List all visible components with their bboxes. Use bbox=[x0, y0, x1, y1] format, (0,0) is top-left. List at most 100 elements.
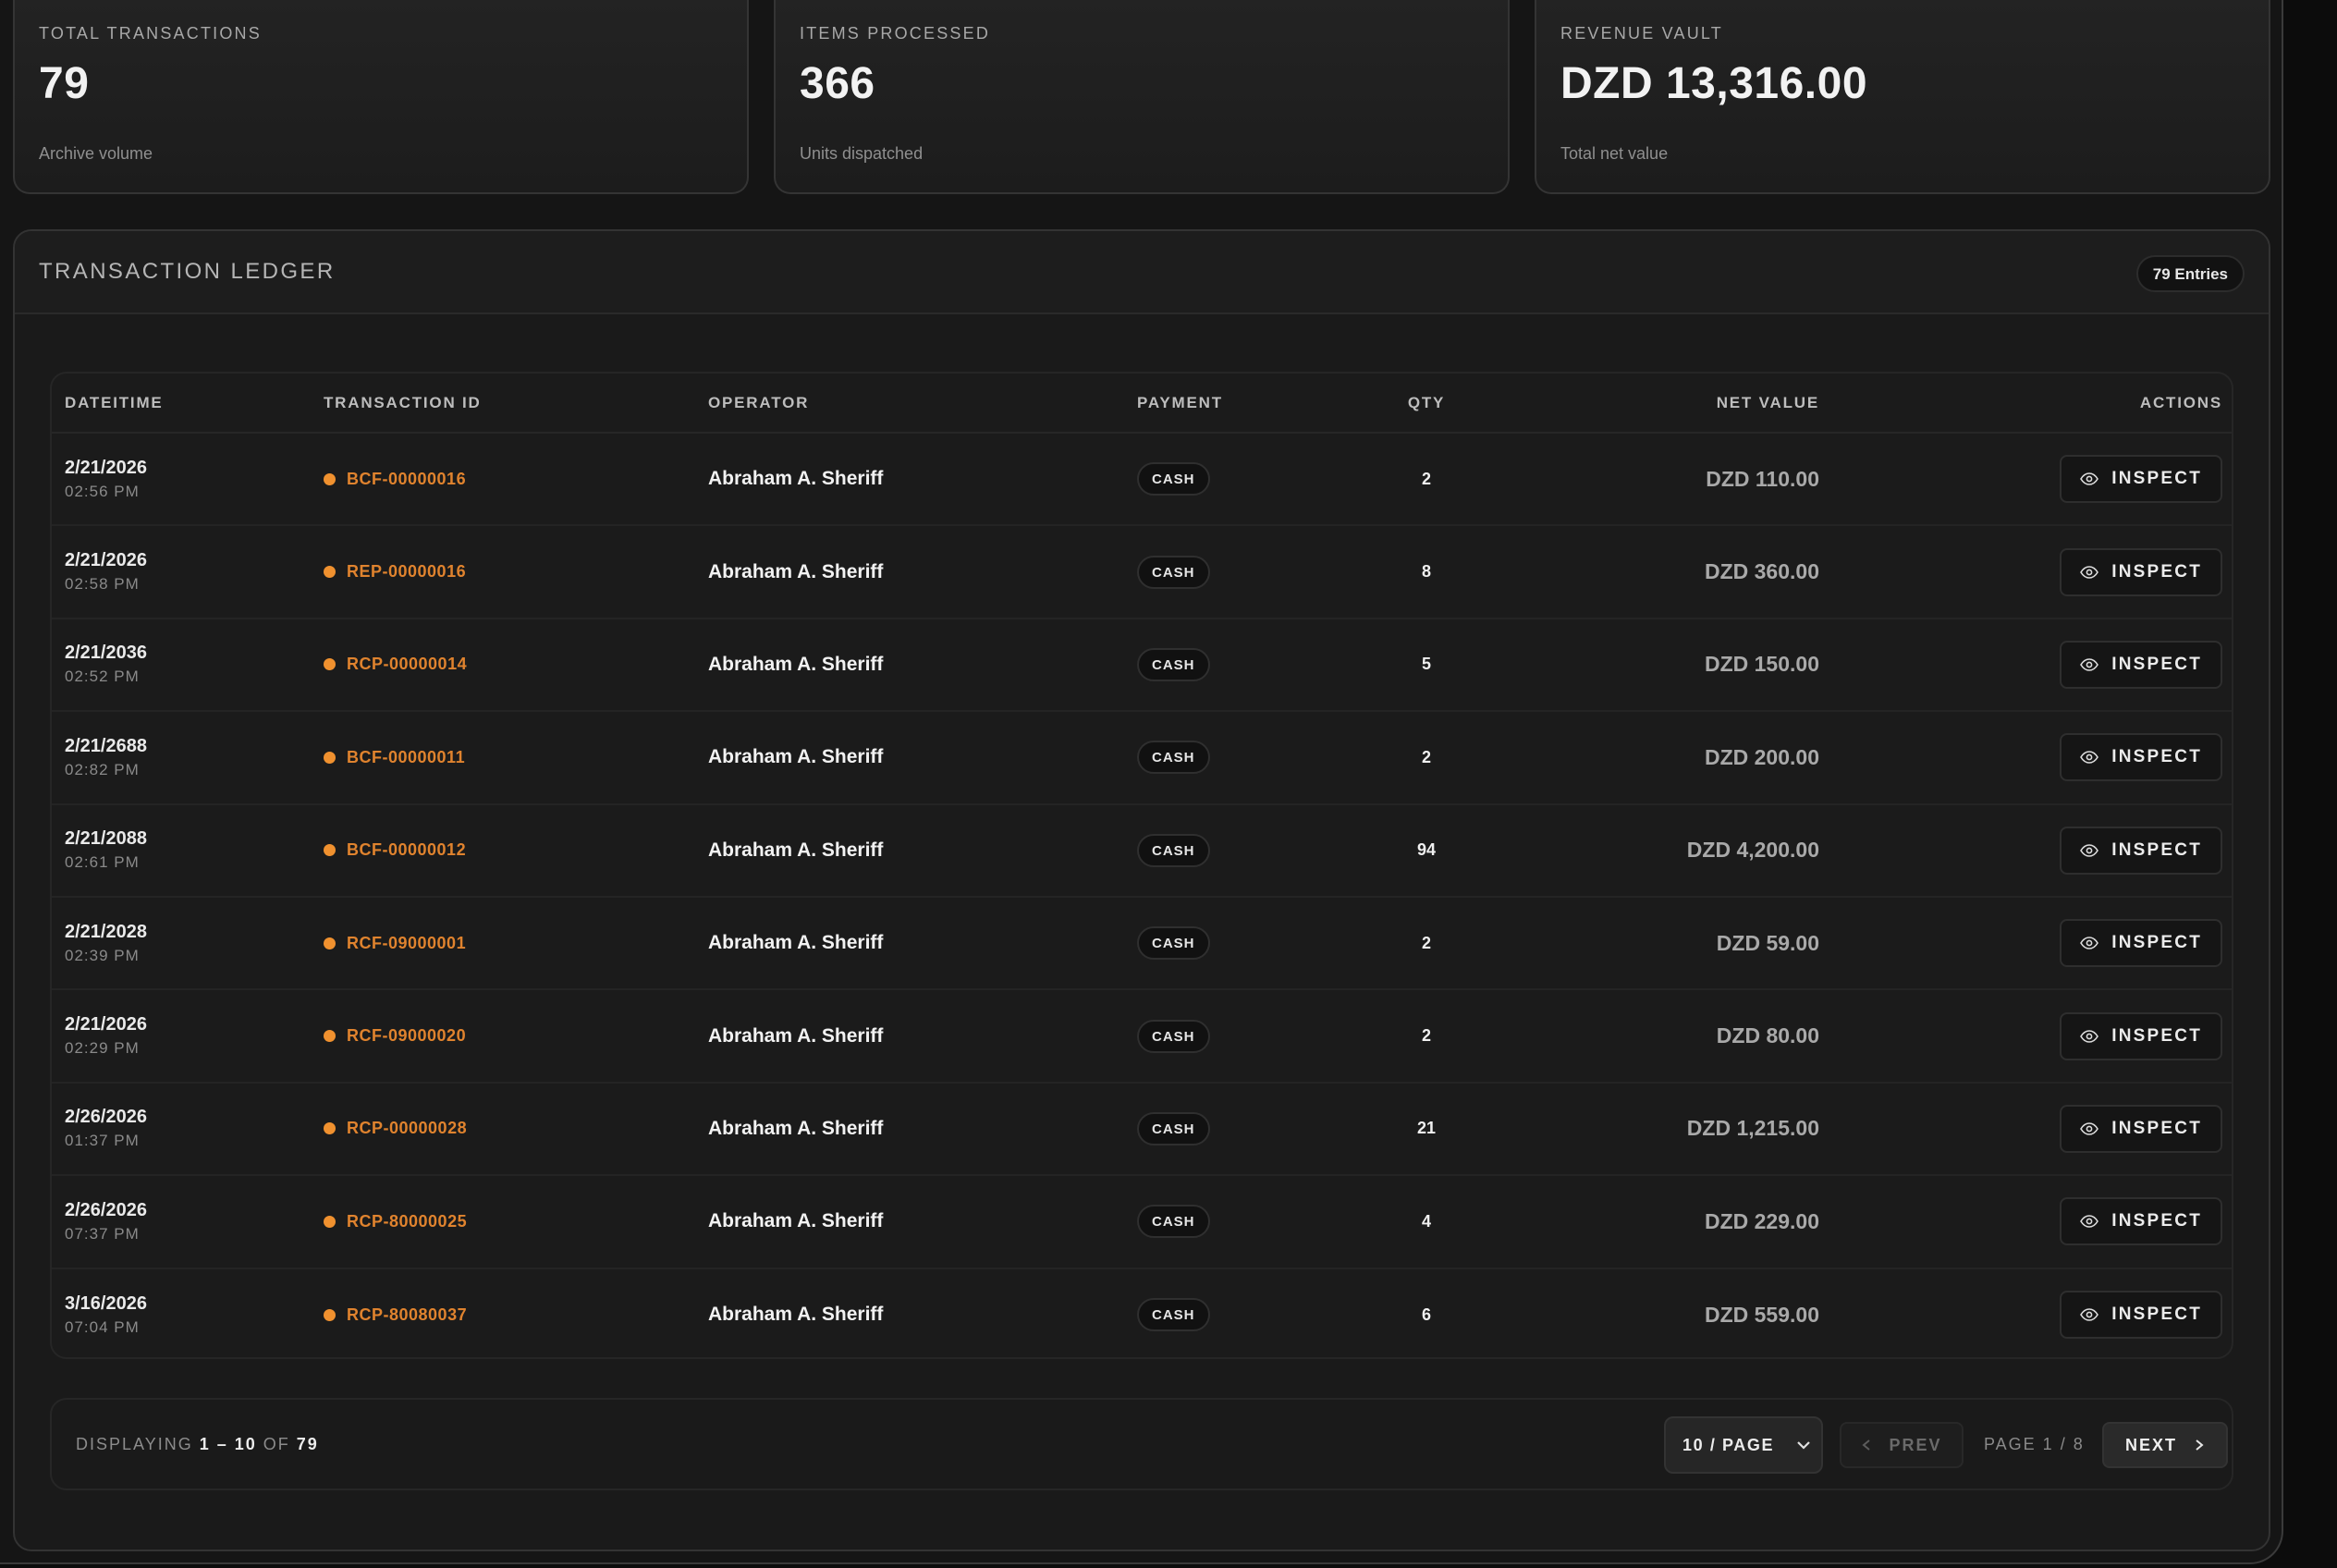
row-transaction-id[interactable]: RCP-00000014 bbox=[347, 655, 467, 674]
prev-page-button[interactable]: PREV bbox=[1840, 1422, 1964, 1468]
row-operator: Abraham A. Sheriff bbox=[708, 839, 884, 861]
cell-payment: CASH bbox=[1124, 433, 1357, 525]
prev-label: PREV bbox=[1889, 1435, 1942, 1454]
row-qty: 6 bbox=[1421, 1305, 1431, 1324]
table-row: 2/21/2036 02:52 PM RCP-00000014 Abraham A. … bbox=[52, 619, 2232, 712]
per-page-select[interactable]: 10 / PAGE bbox=[1664, 1416, 1823, 1474]
stat-value: 79 bbox=[39, 59, 90, 108]
inspect-label: INSPECT bbox=[2111, 933, 2202, 953]
eye-icon bbox=[2080, 1122, 2099, 1135]
inspect-button[interactable]: INSPECT bbox=[2060, 1197, 2222, 1246]
row-transaction-id[interactable]: REP-00000016 bbox=[347, 562, 466, 582]
column-header-datetime[interactable]: DATEITIME bbox=[52, 374, 311, 434]
cell-actions: INSPECT bbox=[1819, 1268, 2232, 1357]
stat-card-items-processed: ITEMS PROCESSED 366 Units dispatched bbox=[774, 0, 1510, 194]
inspect-button[interactable]: INSPECT bbox=[2060, 1104, 2222, 1153]
cell-actions: INSPECT bbox=[1819, 1175, 2232, 1268]
row-net-value: DZD 80.00 bbox=[1716, 1023, 1819, 1048]
row-qty: 5 bbox=[1421, 655, 1431, 674]
table-row: 3/16/2026 07:04 PM RCP-80080037 Abraham A. … bbox=[52, 1268, 2232, 1357]
inspect-button[interactable]: INSPECT bbox=[2060, 826, 2222, 875]
row-transaction-id[interactable]: RCP-80080037 bbox=[347, 1305, 467, 1325]
inspect-button[interactable]: INSPECT bbox=[2060, 733, 2222, 782]
cell-transaction-id: REP-00000016 bbox=[311, 525, 695, 618]
row-operator: Abraham A. Sheriff bbox=[708, 746, 884, 768]
inspect-label: INSPECT bbox=[2111, 839, 2202, 860]
row-net-value: DZD 1,215.00 bbox=[1686, 1116, 1819, 1141]
cell-payment: CASH bbox=[1124, 711, 1357, 803]
cell-datetime: 2/21/2036 02:52 PM bbox=[52, 619, 311, 711]
payment-badge: CASH bbox=[1137, 833, 1210, 867]
payment-badge: CASH bbox=[1137, 555, 1210, 589]
cell-payment: CASH bbox=[1124, 525, 1357, 618]
row-qty: 2 bbox=[1421, 747, 1431, 766]
transaction-ledger-panel: TRANSACTION LEDGER 79 Entries DATEITIME … bbox=[13, 229, 2270, 1551]
cell-transaction-id: RCP-00000028 bbox=[311, 1083, 695, 1175]
inspect-button[interactable]: INSPECT bbox=[2060, 1011, 2222, 1060]
eye-icon bbox=[2080, 1029, 2099, 1043]
chevron-right-icon bbox=[2196, 1439, 2204, 1451]
stat-value: DZD 13,316.00 bbox=[1560, 59, 1868, 108]
row-operator: Abraham A. Sheriff bbox=[708, 932, 884, 954]
row-date: 3/16/2026 bbox=[65, 1292, 147, 1314]
column-header-operator[interactable]: OPERATOR bbox=[695, 374, 1124, 434]
cell-datetime: 2/21/2026 02:58 PM bbox=[52, 525, 311, 618]
inspect-button[interactable]: INSPECT bbox=[2060, 455, 2222, 504]
cell-datetime: 2/21/2088 02:61 PM bbox=[52, 804, 311, 897]
column-header-payment[interactable]: PAYMENT bbox=[1124, 374, 1357, 434]
inspect-button[interactable]: INSPECT bbox=[2060, 640, 2222, 689]
column-header-transaction-id[interactable]: TRANSACTION ID bbox=[311, 374, 695, 434]
cell-payment: CASH bbox=[1124, 989, 1357, 1082]
row-transaction-id[interactable]: BCF-00000012 bbox=[347, 840, 466, 860]
cell-datetime: 2/21/2026 02:56 PM bbox=[52, 433, 311, 525]
row-transaction-id[interactable]: RCP-00000028 bbox=[347, 1119, 467, 1138]
stat-caption: Units dispatched bbox=[800, 144, 924, 163]
status-dot-icon bbox=[324, 844, 336, 857]
row-transaction-id[interactable]: BCF-00000016 bbox=[347, 470, 466, 489]
row-transaction-id[interactable]: RCF-09000001 bbox=[347, 934, 466, 953]
row-qty: 2 bbox=[1421, 933, 1431, 952]
table-row: 2/21/2688 02:82 PM BCF-00000011 Abraham A. … bbox=[52, 711, 2232, 804]
row-net-value: DZD 559.00 bbox=[1704, 1302, 1819, 1327]
stat-label: REVENUE VAULT bbox=[1560, 24, 1723, 43]
row-operator: Abraham A. Sheriff bbox=[708, 1304, 884, 1326]
inspect-button[interactable]: INSPECT bbox=[2060, 547, 2222, 596]
inspect-label: INSPECT bbox=[2111, 1025, 2202, 1046]
table-row: 2/21/2026 02:58 PM REP-00000016 Abraham A. … bbox=[52, 525, 2232, 619]
row-qty: 21 bbox=[1416, 1119, 1437, 1138]
status-dot-icon bbox=[324, 658, 336, 671]
row-transaction-id[interactable]: RCP-80000025 bbox=[347, 1212, 467, 1231]
cell-transaction-id: RCF-09000020 bbox=[311, 989, 695, 1082]
cell-actions: INSPECT bbox=[1819, 711, 2232, 803]
ledger-table-container: DATEITIME TRANSACTION ID OPERATOR PAYMEN… bbox=[50, 372, 2233, 1359]
column-header-net-value[interactable]: NET VALUE bbox=[1496, 374, 1819, 434]
row-operator: Abraham A. Sheriff bbox=[708, 1210, 884, 1232]
row-time: 02:56 PM bbox=[65, 482, 140, 500]
row-transaction-id[interactable]: BCF-00000011 bbox=[347, 748, 465, 767]
column-header-qty[interactable]: QTY bbox=[1357, 374, 1496, 434]
cell-transaction-id: RCP-80000025 bbox=[311, 1175, 695, 1268]
table-row: 2/26/2026 01:37 PM RCP-00000028 Abraham A. … bbox=[52, 1083, 2232, 1176]
cell-datetime: 2/21/2688 02:82 PM bbox=[52, 711, 311, 803]
status-dot-icon bbox=[324, 566, 336, 579]
inspect-button[interactable]: INSPECT bbox=[2060, 1291, 2222, 1340]
row-time: 07:37 PM bbox=[65, 1224, 140, 1243]
row-operator: Abraham A. Sheriff bbox=[708, 1117, 884, 1139]
row-date: 2/21/2036 bbox=[65, 643, 147, 664]
row-transaction-id[interactable]: RCF-09000020 bbox=[347, 1026, 466, 1046]
cell-actions: INSPECT bbox=[1819, 525, 2232, 618]
chevron-down-icon bbox=[1797, 1441, 1810, 1450]
cell-payment: CASH bbox=[1124, 619, 1357, 711]
row-qty: 8 bbox=[1421, 562, 1431, 582]
app-frame: TOTAL TRANSACTIONS 79 Archive volume ITE… bbox=[0, 0, 2283, 1564]
panel-title: TRANSACTION LEDGER bbox=[39, 259, 336, 284]
table-header-row: DATEITIME TRANSACTION ID OPERATOR PAYMEN… bbox=[52, 374, 2232, 434]
stat-label: TOTAL TRANSACTIONS bbox=[39, 24, 262, 43]
row-net-value: DZD 229.00 bbox=[1704, 1208, 1819, 1233]
cell-payment: CASH bbox=[1124, 897, 1357, 989]
inspect-button[interactable]: INSPECT bbox=[2060, 919, 2222, 968]
eye-icon bbox=[2080, 472, 2099, 485]
inspect-label: INSPECT bbox=[2111, 747, 2202, 767]
eye-icon bbox=[2080, 937, 2099, 949]
next-page-button[interactable]: NEXT bbox=[2102, 1422, 2228, 1468]
